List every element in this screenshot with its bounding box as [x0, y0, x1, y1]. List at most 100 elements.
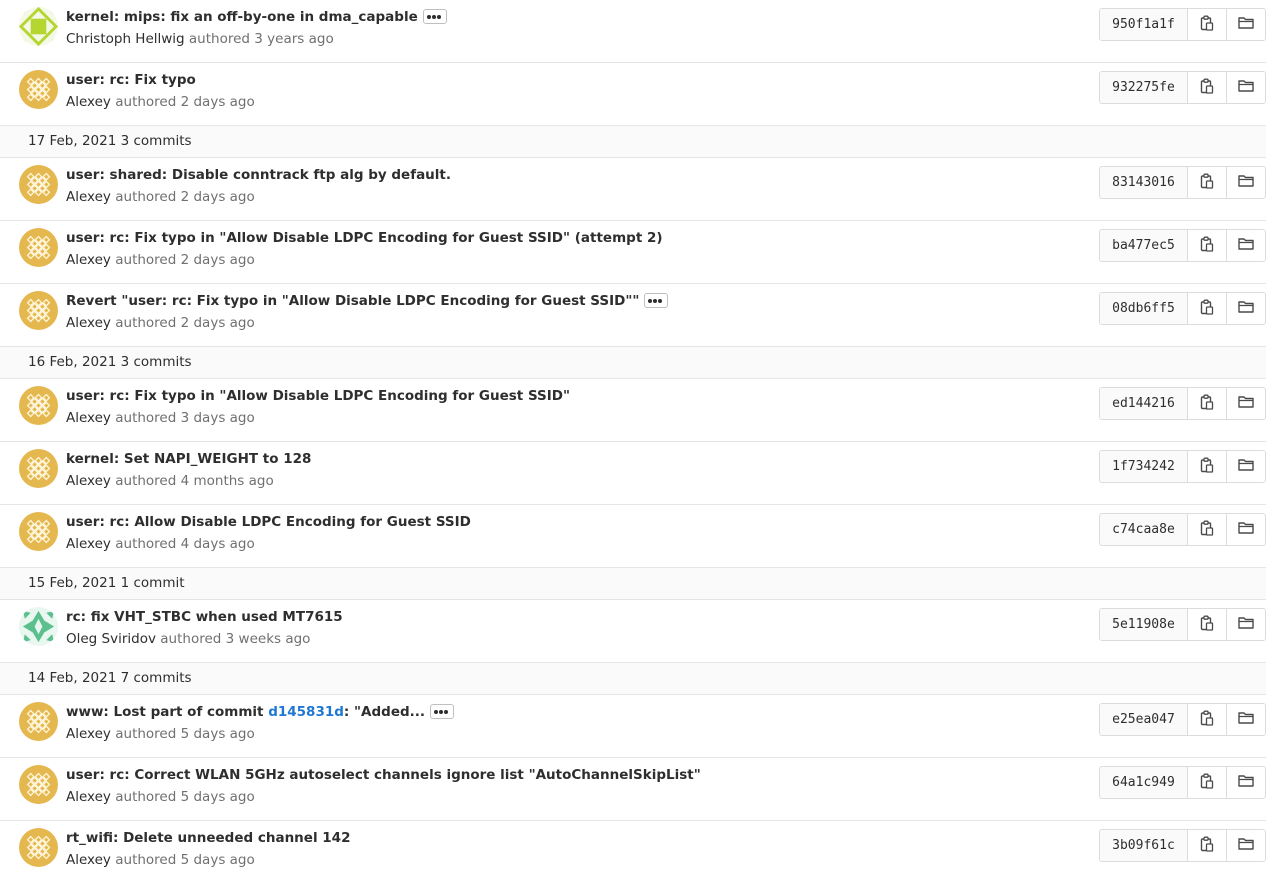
commit-sha-label[interactable]: 08db6ff5: [1100, 293, 1188, 324]
commit-title-text[interactable]: user: rc: Fix typo: [66, 72, 196, 88]
copy-sha-button[interactable]: [1187, 230, 1227, 261]
commit-sha-label[interactable]: e25ea047: [1100, 704, 1188, 735]
authored-label: authored: [115, 410, 177, 426]
commit-author[interactable]: Alexey: [66, 189, 111, 205]
avatar[interactable]: [19, 449, 58, 488]
commit-sha-label[interactable]: ba477ec5: [1100, 230, 1188, 261]
commit-author[interactable]: Alexey: [66, 726, 111, 742]
avatar[interactable]: [19, 607, 58, 646]
avatar[interactable]: [19, 765, 58, 804]
commit-sha-label[interactable]: 932275fe: [1100, 72, 1188, 103]
commit-title-text[interactable]: www: Lost part of commit: [66, 704, 268, 720]
browse-files-button[interactable]: [1226, 767, 1265, 798]
commit-title[interactable]: Revert "user: rc: Fix typo in "Allow Dis…: [66, 292, 669, 310]
avatar[interactable]: [19, 7, 58, 46]
commit-author[interactable]: Alexey: [66, 536, 111, 552]
commit-actions: 950f1a1f: [1099, 8, 1266, 41]
browse-files-button[interactable]: [1226, 451, 1265, 482]
commit-title[interactable]: kernel: mips: fix an off-by-one in dma_c…: [66, 8, 447, 26]
commit-title[interactable]: www: Lost part of commit d145831d: "Adde…: [66, 703, 455, 721]
commit-row: rt_wifi: Delete unneeded channel 142 Alex…: [0, 821, 1266, 875]
commit-title-text[interactable]: user: shared: Disable conntrack ftp alg …: [66, 167, 451, 183]
commit-title-text[interactable]: rt_wifi: Delete unneeded channel 142: [66, 830, 350, 846]
commit-title[interactable]: kernel: Set NAPI_WEIGHT to 128: [66, 450, 311, 468]
browse-files-button[interactable]: [1226, 230, 1265, 261]
browse-files-button[interactable]: [1226, 72, 1265, 103]
commit-author[interactable]: Alexey: [66, 94, 111, 110]
commit-title-text[interactable]: Revert "user: rc: Fix typo in "Allow Dis…: [66, 293, 639, 309]
commit-title-text[interactable]: user: rc: Fix typo in "Allow Disable LDP…: [66, 388, 570, 404]
commit-time: 3 weeks ago: [225, 631, 311, 647]
avatar[interactable]: [19, 228, 58, 267]
commit-sha-label[interactable]: 64a1c949: [1100, 767, 1188, 798]
commit-sha-label[interactable]: 3b09f61c: [1100, 830, 1188, 861]
folder-icon: [1238, 774, 1254, 791]
avatar[interactable]: [19, 165, 58, 204]
commit-sha-label[interactable]: ed144216: [1100, 388, 1188, 419]
copy-sha-button[interactable]: [1187, 514, 1227, 545]
commit-author[interactable]: Alexey: [66, 252, 111, 268]
copy-sha-button[interactable]: [1187, 767, 1227, 798]
browse-files-button[interactable]: [1226, 514, 1265, 545]
commit-title-text[interactable]: kernel: Set NAPI_WEIGHT to 128: [66, 451, 311, 467]
avatar[interactable]: [19, 512, 58, 551]
folder-icon: [1238, 521, 1254, 538]
commit-title-text[interactable]: user: rc: Correct WLAN 5GHz autoselect c…: [66, 767, 701, 783]
commit-title-text[interactable]: user: rc: Fix typo in "Allow Disable LDP…: [66, 230, 663, 246]
copy-sha-button[interactable]: [1187, 451, 1227, 482]
commit-time: 2 days ago: [180, 94, 255, 110]
browse-files-button[interactable]: [1226, 609, 1265, 640]
commit-title-text[interactable]: kernel: mips: fix an off-by-one in dma_c…: [66, 9, 418, 25]
copy-sha-button[interactable]: [1187, 293, 1227, 324]
commit-sha-label[interactable]: 1f734242: [1100, 451, 1188, 482]
commit-author[interactable]: Alexey: [66, 852, 111, 868]
avatar[interactable]: [19, 702, 58, 741]
expand-description-button[interactable]: [422, 8, 447, 24]
commit-title[interactable]: user: rc: Fix typo: [66, 71, 196, 89]
browse-files-button[interactable]: [1226, 830, 1265, 861]
commit-sha-label[interactable]: 83143016: [1100, 167, 1188, 198]
commit-title[interactable]: rt_wifi: Delete unneeded channel 142: [66, 829, 350, 847]
commit-author[interactable]: Oleg Sviridov: [66, 631, 156, 647]
commit-title[interactable]: user: rc: Fix typo in "Allow Disable LDP…: [66, 387, 570, 405]
commit-author[interactable]: Alexey: [66, 789, 111, 805]
expand-description-button[interactable]: [430, 703, 455, 719]
avatar[interactable]: [19, 386, 58, 425]
commit-sha-label[interactable]: 950f1a1f: [1100, 9, 1188, 40]
copy-sha-button[interactable]: [1187, 72, 1227, 103]
commit-title-text-rest[interactable]: : "Added...: [344, 704, 425, 720]
copy-sha-button[interactable]: [1187, 167, 1227, 198]
browse-files-button[interactable]: [1226, 9, 1265, 40]
commit-title[interactable]: rc: fix VHT_STBC when used MT7615: [66, 608, 343, 626]
copy-sha-button[interactable]: [1187, 9, 1227, 40]
browse-files-button[interactable]: [1226, 167, 1265, 198]
avatar[interactable]: [19, 291, 58, 330]
commit-sha-label[interactable]: c74caa8e: [1100, 514, 1188, 545]
commit-author[interactable]: Christoph Hellwig: [66, 31, 185, 47]
commit-author[interactable]: Alexey: [66, 315, 111, 331]
commit-sha-label[interactable]: 5e11908e: [1100, 609, 1188, 640]
commit-title[interactable]: user: shared: Disable conntrack ftp alg …: [66, 166, 451, 184]
commit-title-text[interactable]: rc: fix VHT_STBC when used MT7615: [66, 609, 343, 625]
browse-files-button[interactable]: [1226, 388, 1265, 419]
browse-files-button[interactable]: [1226, 704, 1265, 735]
commit-time: 2 days ago: [180, 189, 255, 205]
avatar[interactable]: [19, 70, 58, 109]
copy-sha-button[interactable]: [1187, 830, 1227, 861]
commit-author[interactable]: Alexey: [66, 473, 111, 489]
commit-title[interactable]: user: rc: Correct WLAN 5GHz autoselect c…: [66, 766, 701, 784]
copy-sha-button[interactable]: [1187, 388, 1227, 419]
commit-actions: 83143016: [1099, 166, 1266, 199]
commit-title-text[interactable]: user: rc: Allow Disable LDPC Encoding fo…: [66, 514, 471, 530]
copy-sha-button[interactable]: [1187, 609, 1227, 640]
commit-title[interactable]: user: rc: Allow Disable LDPC Encoding fo…: [66, 513, 471, 531]
commit-title[interactable]: user: rc: Fix typo in "Allow Disable LDP…: [66, 229, 663, 247]
commit-author[interactable]: Alexey: [66, 410, 111, 426]
browse-files-button[interactable]: [1226, 293, 1265, 324]
avatar[interactable]: [19, 828, 58, 867]
copy-sha-button[interactable]: [1187, 704, 1227, 735]
commit-actions: 1f734242: [1099, 450, 1266, 483]
commit-sha-link[interactable]: d145831d: [268, 704, 344, 720]
expand-description-button[interactable]: [644, 292, 669, 308]
folder-icon: [1238, 174, 1254, 191]
